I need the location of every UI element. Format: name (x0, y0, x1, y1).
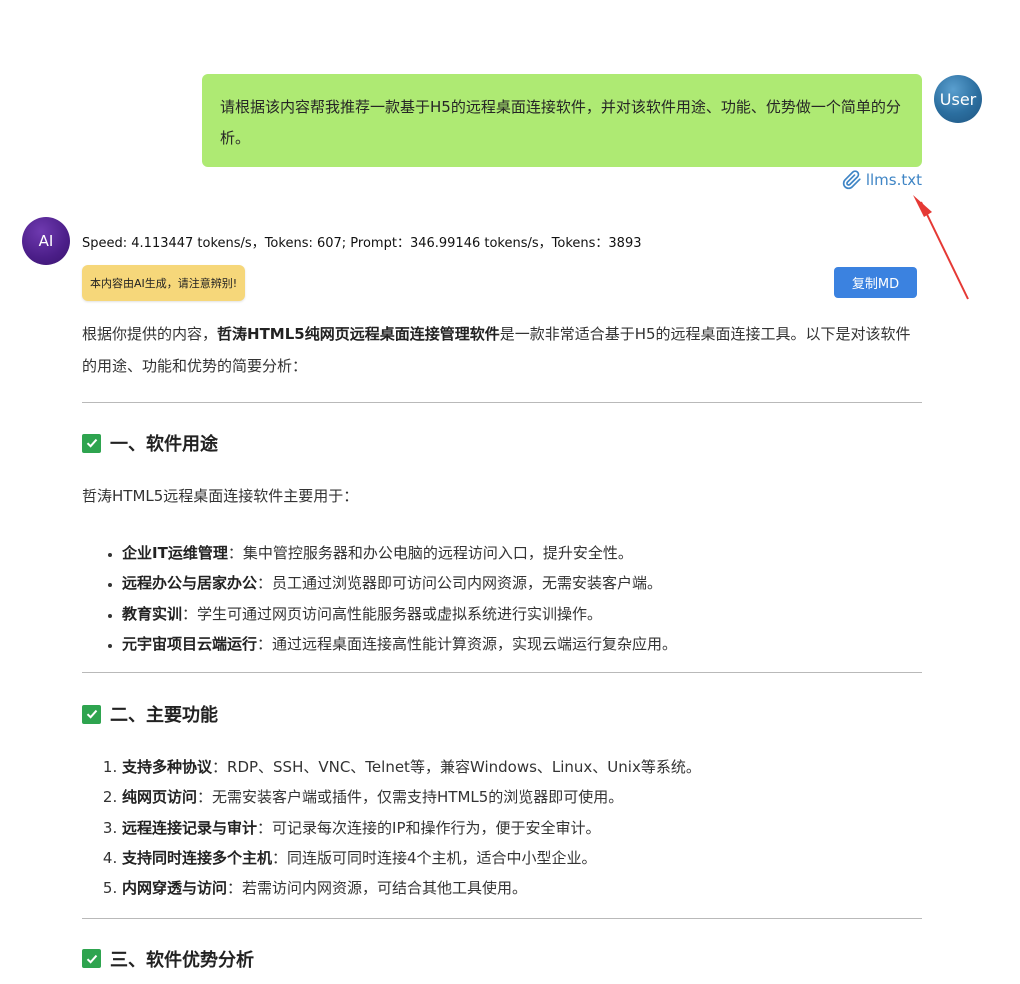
check-mark-icon (82, 704, 101, 724)
usage-list: 企业IT运维管理：集中管控服务器和办公电脑的远程访问入口，提升安全性。 远程办公… (82, 538, 922, 659)
ai-response-content: 根据你提供的内容，哲涛HTML5纯网页远程桌面连接管理软件是一款非常适合基于H5… (82, 318, 922, 972)
section-divider (82, 672, 922, 674)
check-mark-icon (82, 433, 101, 453)
attachment-link[interactable]: llms.txt (842, 170, 922, 190)
features-list: 支持多种协议：RDP、SSH、VNC、Telnet等，兼容Windows、Lin… (82, 752, 922, 903)
copy-md-button[interactable]: 复制MD (834, 267, 917, 298)
section-title-advantages: 三、软件优势分析 (82, 946, 922, 972)
check-mark-icon (82, 949, 101, 969)
ai-avatar-label: AI (38, 232, 54, 250)
usage-lead: 哲涛HTML5远程桌面连接软件主要用于： (82, 487, 359, 505)
section-title-text: 一、软件用途 (110, 434, 218, 455)
list-item: 纯网页访问：无需安装客户端或插件，仅需支持HTML5的浏览器即可使用。 (122, 782, 922, 812)
ai-avatar: AI (22, 217, 70, 265)
intro-bold: 哲涛HTML5纯网页远程桌面连接管理软件 (217, 325, 500, 343)
ai-generated-notice: 本内容由AI生成，请注意辨别! (82, 265, 246, 301)
attachment-name[interactable]: llms.txt (866, 171, 922, 189)
list-item: 远程连接记录与审计：可记录每次连接的IP和操作行为，便于安全审计。 (122, 813, 922, 843)
user-message-bubble: 请根据该内容帮我推荐一款基于H5的远程桌面连接软件，并对该软件用途、功能、优势做… (202, 74, 922, 167)
list-item: 支持同时连接多个主机：同连版可同时连接4个主机，适合中小型企业。 (122, 843, 922, 873)
list-item: 支持多种协议：RDP、SSH、VNC、Telnet等，兼容Windows、Lin… (122, 752, 922, 782)
ai-generated-notice-text: 本内容由AI生成，请注意辨别! (90, 277, 238, 290)
list-item: 内网穿透与访问：若需访问内网资源，可结合其他工具使用。 (122, 873, 922, 903)
section-divider (82, 402, 922, 403)
user-avatar: User (934, 75, 982, 123)
list-item: 远程办公与居家办公：员工通过浏览器即可访问公司内网资源，无需安装客户端。 (122, 568, 922, 598)
user-avatar-label: User (939, 89, 977, 109)
section-title-text: 三、软件优势分析 (110, 949, 254, 971)
list-item: 元宇宙项目云端运行：通过远程桌面连接高性能计算资源，实现云端运行复杂应用。 (122, 629, 922, 659)
speed-stats: Speed: 4.113447 tokens/s，Tokens: 607; Pr… (82, 236, 642, 251)
list-item: 企业IT运维管理：集中管控服务器和办公电脑的远程访问入口，提升安全性。 (122, 538, 922, 568)
intro-paragraph: 根据你提供的内容，哲涛HTML5纯网页远程桌面连接管理软件是一款非常适合基于H5… (82, 318, 922, 382)
intro-text: 根据你提供的内容， (82, 325, 218, 343)
section-title-features: 二、主要功能 (82, 701, 922, 727)
section-title-usage: 一、软件用途 (82, 430, 922, 456)
paperclip-icon (842, 170, 861, 190)
section-divider (82, 917, 922, 919)
section-title-text: 二、主要功能 (110, 705, 218, 727)
list-item: 教育实训：学生可通过网页访问高性能服务器或虚拟系统进行实训操作。 (122, 599, 922, 629)
user-message-text: 请根据该内容帮我推荐一款基于H5的远程桌面连接软件，并对该软件用途、功能、优势做… (220, 98, 901, 147)
